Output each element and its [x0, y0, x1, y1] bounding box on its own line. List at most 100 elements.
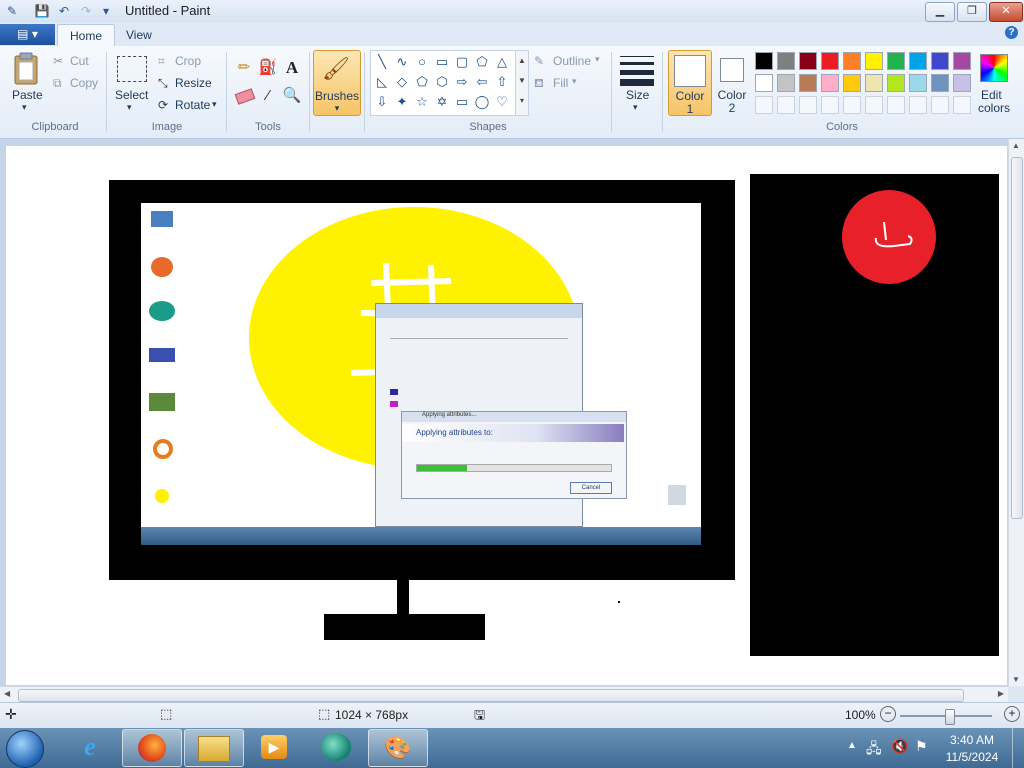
scroll-down-icon[interactable]: ▼ [1012, 675, 1020, 684]
color-swatch[interactable] [755, 52, 773, 70]
callout-oval-shape-icon[interactable]: ◯ [473, 93, 491, 111]
show-desktop-button[interactable] [1012, 728, 1024, 768]
four-point-star-shape-icon[interactable]: ✦ [393, 93, 411, 111]
custom-color-slot[interactable] [931, 96, 949, 114]
color-swatch[interactable] [931, 74, 949, 92]
right-triangle-shape-icon[interactable]: ◺ [373, 73, 391, 91]
taskbar-paint-button[interactable]: 🎨 [368, 729, 428, 767]
select-dropdown-icon[interactable]: ▾ [127, 102, 132, 113]
rounded-rectangle-shape-icon[interactable]: ▢ [453, 53, 471, 71]
copy-button[interactable]: Copy [70, 76, 98, 90]
diamond-shape-icon[interactable]: ◇ [393, 73, 411, 91]
drawing-canvas[interactable]: Applying attributes... Applying attribut… [6, 146, 1007, 685]
paste-button[interactable]: Paste [12, 88, 43, 102]
volume-muted-icon[interactable]: 🔇 [891, 738, 908, 755]
custom-color-slot[interactable] [799, 96, 817, 114]
scroll-right-icon[interactable]: ▶ [998, 689, 1004, 698]
select-button[interactable]: Select [115, 88, 148, 102]
vertical-scrollbar[interactable]: ▲ ▼ [1008, 139, 1024, 686]
curve-shape-icon[interactable]: ∿ [393, 53, 411, 71]
custom-color-slot[interactable] [755, 96, 773, 114]
horizontal-scroll-thumb[interactable] [18, 689, 964, 702]
close-button[interactable]: ✕ [989, 2, 1023, 22]
taskbar-firefox-button[interactable] [122, 729, 182, 767]
color-swatch[interactable] [799, 52, 817, 70]
hexagon-shape-icon[interactable]: ⬡ [433, 73, 451, 91]
color-swatch[interactable] [887, 74, 905, 92]
pentagon-shape-icon[interactable]: ⬠ [413, 73, 431, 91]
tab-home[interactable]: Home [57, 24, 116, 47]
color-swatch[interactable] [755, 74, 773, 92]
custom-color-slot[interactable] [887, 96, 905, 114]
taskbar-ie-button[interactable]: e [60, 729, 120, 767]
clock-date[interactable]: 11/5/2024 [942, 750, 1002, 764]
text-tool-icon[interactable]: A [282, 58, 302, 78]
eraser-icon[interactable] [234, 86, 256, 106]
custom-color-slot[interactable] [953, 96, 971, 114]
callout-rect-shape-icon[interactable]: ▭ [453, 93, 471, 111]
color-swatch[interactable] [821, 74, 839, 92]
clock-time[interactable]: 3:40 AM [942, 733, 1002, 747]
shapes-gallery[interactable]: ╲ ∿ ○ ▭ ▢ ⬠ △ ◺ ◇ ⬠ ⬡ ⇨ ⇦ ⇧ ⇩ ✦ ☆ ✡ ▭ ◯ … [370, 50, 516, 116]
zoom-in-button[interactable]: + [1004, 706, 1020, 722]
rotate-dropdown-icon[interactable]: ▾ [212, 99, 217, 110]
polygon-shape-icon[interactable]: ⬠ [473, 53, 491, 71]
outline-button[interactable]: Outline [553, 54, 591, 68]
show-hidden-icons[interactable]: ▲ [847, 740, 857, 751]
magnifier-icon[interactable]: 🔍 [282, 86, 302, 106]
color-swatch[interactable] [865, 74, 883, 92]
edit-colors-button[interactable]: Edit [981, 88, 1002, 102]
custom-color-slot[interactable] [865, 96, 883, 114]
rotate-button[interactable]: Rotate [175, 98, 210, 112]
up-arrow-shape-icon[interactable]: ⇧ [493, 73, 511, 91]
crop-button[interactable]: Crop [175, 54, 201, 68]
color-swatch[interactable] [843, 74, 861, 92]
color-swatch[interactable] [843, 52, 861, 70]
pencil-icon[interactable]: ✏ [234, 58, 254, 78]
size-button[interactable]: Size [626, 88, 649, 102]
cut-button[interactable]: Cut [70, 54, 89, 68]
color2-button[interactable]: Color 2 [712, 50, 752, 115]
minimize-button[interactable]: ▁ [925, 2, 955, 22]
paste-dropdown-icon[interactable]: ▾ [22, 102, 27, 113]
scroll-up-icon[interactable]: ▲ [1012, 141, 1020, 150]
color-swatch[interactable] [931, 52, 949, 70]
paint-app-icon[interactable]: ✎ [4, 3, 20, 19]
customize-toolbar-icon[interactable]: ▾ [98, 3, 114, 19]
taskbar-explorer-button[interactable] [184, 729, 244, 767]
start-button[interactable] [6, 730, 44, 768]
size-icon[interactable] [620, 54, 654, 86]
color-swatch[interactable] [909, 74, 927, 92]
network-icon[interactable]: 🖧 [866, 738, 882, 762]
scroll-left-icon[interactable]: ◀ [4, 689, 10, 698]
vertical-scroll-thumb[interactable] [1011, 157, 1023, 519]
heart-shape-icon[interactable]: ♡ [493, 93, 511, 111]
color-swatch[interactable] [777, 74, 795, 92]
rectangle-shape-icon[interactable]: ▭ [433, 53, 451, 71]
five-point-star-shape-icon[interactable]: ☆ [413, 93, 431, 111]
color-swatch[interactable] [865, 52, 883, 70]
paste-icon[interactable] [12, 52, 40, 86]
action-center-flag-icon[interactable]: ⚑ [915, 738, 928, 755]
resize-button[interactable]: Resize [175, 76, 212, 90]
fill-button[interactable]: Fill [553, 76, 568, 90]
color-picker-icon[interactable]: ⁄ [258, 86, 278, 106]
custom-color-slot[interactable] [777, 96, 795, 114]
color1-button[interactable]: Color 1 [668, 50, 712, 116]
fill-bucket-icon[interactable]: ⛽ [258, 58, 278, 78]
edit-colors-button-line2[interactable]: colors [978, 101, 1010, 115]
help-icon[interactable]: ? [1005, 26, 1018, 39]
color-swatch[interactable] [909, 52, 927, 70]
tab-view[interactable]: View [114, 24, 164, 46]
color-swatch[interactable] [821, 52, 839, 70]
left-arrow-shape-icon[interactable]: ⇦ [473, 73, 491, 91]
oval-shape-icon[interactable]: ○ [413, 53, 431, 71]
six-point-star-shape-icon[interactable]: ✡ [433, 93, 451, 111]
save-icon[interactable]: 💾 [34, 3, 50, 19]
zoom-out-button[interactable]: − [880, 706, 896, 722]
undo-icon[interactable]: ↶ [56, 3, 72, 19]
custom-color-slot[interactable] [843, 96, 861, 114]
color-swatch[interactable] [777, 52, 795, 70]
file-menu-button[interactable]: ▤ ▾ [0, 24, 55, 45]
select-icon[interactable] [117, 56, 147, 82]
